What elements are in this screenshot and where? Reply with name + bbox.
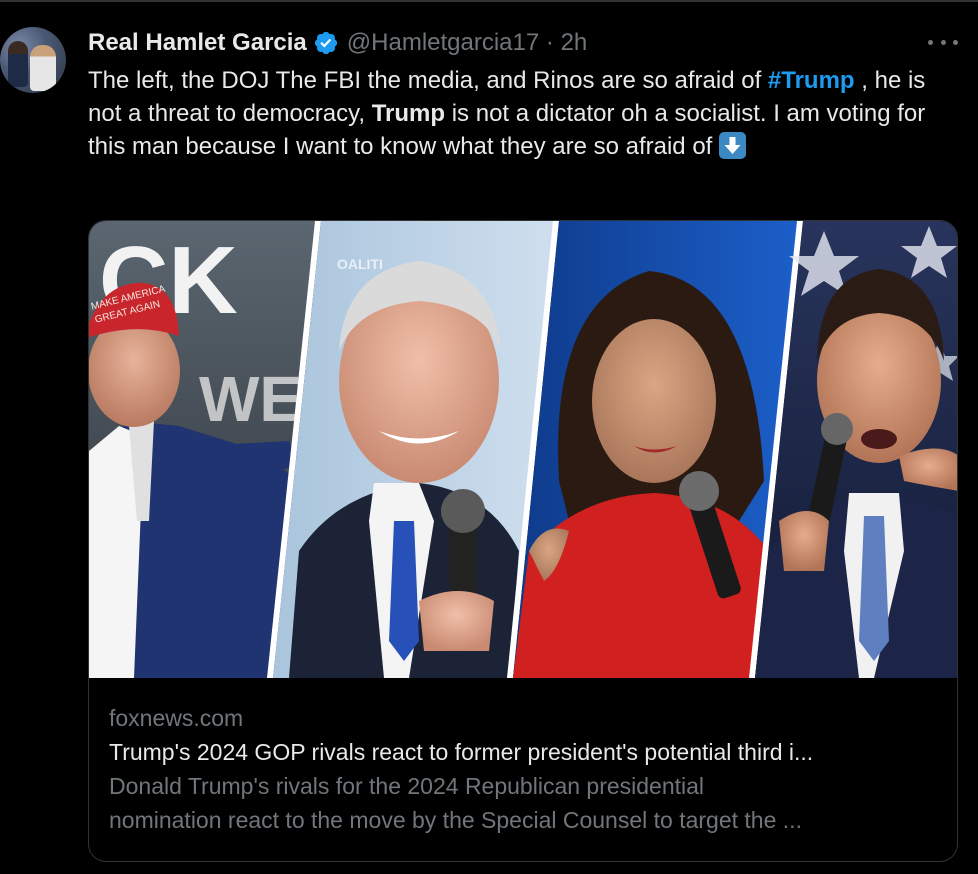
card-description-line1: Donald Trump's rivals for the 2024 Repub… (109, 773, 705, 799)
sign-text-we: WE (199, 363, 302, 435)
tweet[interactable]: Real Hamlet Garcia @Hamletgarcia17 · 2h … (0, 0, 978, 874)
hutchinson-photo: OALITI (273, 221, 555, 678)
handle-text: @Hamletgarcia17 (346, 29, 540, 56)
card-description-line2: nomination react to the move by the Spec… (109, 807, 802, 833)
tweet-header: Real Hamlet Garcia @Hamletgarcia17 · 2h (88, 26, 587, 60)
avatar-figure-left (8, 41, 28, 87)
more-horizontal-icon[interactable] (928, 32, 958, 52)
tweet-timestamp[interactable]: 2h (561, 29, 588, 56)
avatar[interactable] (0, 27, 66, 93)
author-display-name[interactable]: Real Hamlet Garcia (88, 29, 307, 57)
time-separator: · (545, 29, 554, 56)
tweet-text-part1: The left, the DOJ The FBI the media, and… (88, 67, 768, 94)
card-domain: foxnews.com (109, 705, 244, 731)
card-image[interactable]: CK WE MAKE AMERICA GREAT AGAIN OALITI (89, 221, 957, 678)
card-meta: foxnews.com Trump's 2024 GOP rivals reac… (109, 701, 939, 837)
verified-badge-icon[interactable] (313, 30, 339, 56)
link-preview-card[interactable]: CK WE MAKE AMERICA GREAT AGAIN OALITI fo… (88, 220, 958, 862)
hashtag-link[interactable]: #Trump (768, 67, 855, 94)
avatar-figure-right (30, 45, 56, 91)
author-handle[interactable]: @Hamletgarcia17 · 2h (347, 29, 588, 57)
down-arrow-emoji-icon (719, 132, 747, 159)
tweet-text: The left, the DOJ The FBI the media, and… (88, 64, 958, 163)
more-dot (928, 39, 933, 45)
card-title[interactable]: Trump's 2024 GOP rivals react to former … (109, 735, 939, 769)
background-banner-text: OALITI (337, 256, 383, 272)
tweet-text-bold: Trump (371, 100, 446, 127)
more-dot (940, 39, 946, 45)
more-dot (953, 39, 958, 45)
haley-photo (513, 221, 799, 678)
